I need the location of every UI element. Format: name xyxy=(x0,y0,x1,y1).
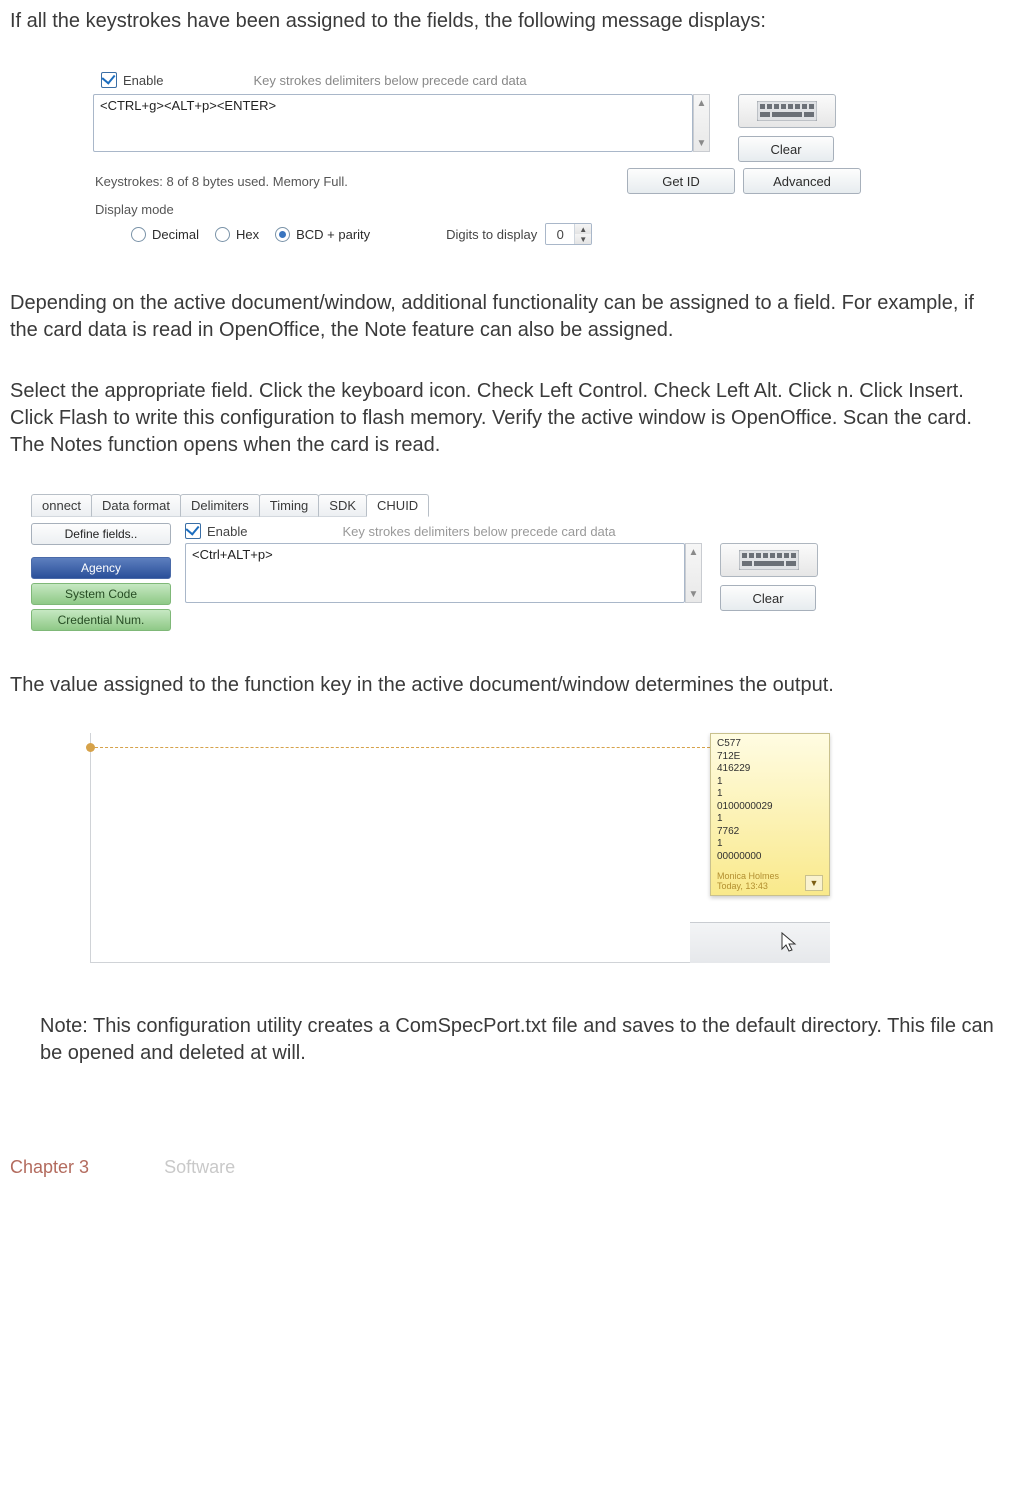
keyboard-icon[interactable] xyxy=(738,94,836,128)
status-keystrokes: Keystrokes: 8 of 8 bytes used. Memory Fu… xyxy=(95,174,348,189)
radio-decimal[interactable]: Decimal xyxy=(131,227,199,242)
note-time: Today, 13:43 xyxy=(717,881,779,891)
clear-button[interactable]: Clear xyxy=(738,136,834,162)
note-author: Monica Holmes xyxy=(717,871,779,881)
note-menu-icon[interactable]: ▼ xyxy=(805,875,823,891)
note-line: 0100000029 xyxy=(717,801,823,814)
advanced-button[interactable]: Advanced xyxy=(743,168,861,194)
textarea-keystrokes-2[interactable]: <Ctrl+ALT+p> xyxy=(185,543,685,603)
digits-spinner[interactable]: 0 ▲▼ xyxy=(545,223,592,245)
hint-keystrokes-2: Key strokes delimiters below precede car… xyxy=(342,524,615,539)
paragraph-value: The value assigned to the function key i… xyxy=(10,672,999,699)
label-digits: Digits to display xyxy=(446,227,537,242)
paragraph-select: Select the appropriate field. Click the … xyxy=(10,378,999,459)
note-line: 00000000 xyxy=(717,851,823,864)
textarea-keystrokes[interactable]: <CTRL+g><ALT+p><ENTER> xyxy=(93,94,693,152)
cursor-icon xyxy=(780,931,798,953)
tab-data-format[interactable]: Data format xyxy=(91,494,181,517)
checkbox-enable-2[interactable] xyxy=(185,523,201,539)
footer-chapter: Chapter 3 xyxy=(10,1157,89,1177)
field-system-code[interactable]: System Code xyxy=(31,583,171,605)
note-line: 416229 xyxy=(717,763,823,776)
radio-decimal-label: Decimal xyxy=(152,227,199,242)
field-agency[interactable]: Agency xyxy=(31,557,171,579)
radio-bcd-label: BCD + parity xyxy=(296,227,370,242)
note-line: 712E xyxy=(717,751,823,764)
spin-down-icon[interactable]: ▼ xyxy=(575,234,591,244)
keyboard-icon-2[interactable] xyxy=(720,543,818,577)
tab-connect[interactable]: onnect xyxy=(31,494,92,517)
note-line: 1 xyxy=(717,813,823,826)
window-status-bar xyxy=(690,922,830,963)
scroll-down-icon-2[interactable]: ▼ xyxy=(686,586,701,602)
label-display-mode: Display mode xyxy=(95,202,861,217)
note-line: 1 xyxy=(717,776,823,789)
note-line: 1 xyxy=(717,788,823,801)
radio-bcd[interactable]: BCD + parity xyxy=(275,227,370,242)
sticky-note[interactable]: C577 712E 416229 1 1 0100000029 1 7762 1… xyxy=(710,733,830,896)
paragraph-intro: If all the keystrokes have been assigned… xyxy=(10,8,999,35)
screenshot-chuid-tab: onnect Data format Delimiters Timing SDK… xyxy=(30,493,864,632)
paragraph-note: Note: This configuration utility creates… xyxy=(40,1013,999,1067)
scroll-up-icon-2[interactable]: ▲ xyxy=(686,544,701,560)
paragraph-depending: Depending on the active document/window,… xyxy=(10,290,999,344)
scroll-up-icon[interactable]: ▲ xyxy=(694,95,709,111)
label-enable: Enable xyxy=(123,73,163,88)
screenshot-keystrokes-full: Enable Key strokes delimiters below prec… xyxy=(90,69,862,250)
scrollbar[interactable]: ▲ ▼ xyxy=(693,94,710,152)
tab-timing[interactable]: Timing xyxy=(259,494,320,517)
tab-chuid[interactable]: CHUID xyxy=(366,494,429,517)
get-id-button[interactable]: Get ID xyxy=(627,168,735,194)
footer-title: Software xyxy=(164,1157,235,1177)
scrollbar-2[interactable]: ▲ ▼ xyxy=(685,543,702,603)
screenshot-note-output: C577 712E 416229 1 1 0100000029 1 7762 1… xyxy=(90,733,830,963)
annotation-leader-line xyxy=(90,747,710,748)
page-footer: Chapter 3 Software xyxy=(10,1157,999,1178)
note-line: C577 xyxy=(717,738,823,751)
field-credential-num[interactable]: Credential Num. xyxy=(31,609,171,631)
hint-keystrokes: Key strokes delimiters below precede car… xyxy=(253,73,526,88)
clear-button-2[interactable]: Clear xyxy=(720,585,816,611)
digits-value: 0 xyxy=(546,224,574,244)
tab-sdk[interactable]: SDK xyxy=(318,494,367,517)
radio-hex[interactable]: Hex xyxy=(215,227,259,242)
define-fields-button[interactable]: Define fields.. xyxy=(31,523,171,545)
checkbox-enable[interactable] xyxy=(101,72,117,88)
scroll-down-icon[interactable]: ▼ xyxy=(694,135,709,151)
note-line: 7762 xyxy=(717,826,823,839)
spin-up-icon[interactable]: ▲ xyxy=(575,224,591,234)
radio-hex-label: Hex xyxy=(236,227,259,242)
label-enable-2: Enable xyxy=(207,524,247,539)
note-line: 1 xyxy=(717,838,823,851)
tab-delimiters[interactable]: Delimiters xyxy=(180,494,260,517)
